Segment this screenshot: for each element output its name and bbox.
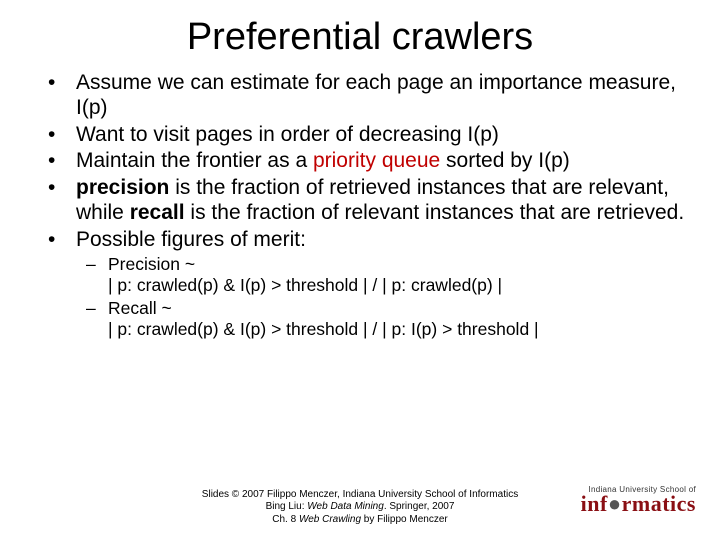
sub-1a: Precision ~ (108, 254, 195, 274)
bullet-4-recall: recall (130, 201, 185, 224)
slide-title: Preferential crawlers (30, 16, 690, 59)
bullet-5-text: Possible figures of merit: (76, 228, 306, 251)
bullet-2: Want to visit pages in order of decreasi… (76, 123, 690, 148)
bullet-3: Maintain the frontier as a priority queu… (76, 149, 690, 174)
bullet-1: Assume we can estimate for each page an … (76, 71, 690, 121)
bullet-4: precision is the fraction of retrieved i… (76, 176, 690, 226)
attrib-line2-ital: Web Data Mining (307, 501, 384, 512)
attrib-line3-pre: Ch. 8 (272, 514, 299, 525)
attrib-line3-post: by Filippo Menczer (361, 514, 448, 525)
attrib-line3-ital: Web Crawling (299, 514, 361, 525)
bullet-list: Assume we can estimate for each page an … (30, 71, 690, 340)
footer: Slides © 2007 Filippo Menczer, Indiana U… (0, 489, 720, 527)
iu-logo-post: rmatics (622, 491, 696, 516)
attrib-line2-pre: Bing Liu: (266, 501, 308, 512)
iu-logo: Indiana University School of inf●rmatics (581, 485, 696, 514)
bullet-3-post: sorted by I(p) (440, 149, 570, 172)
sub-2b: | p: crawled(p) & I(p) > threshold | / |… (108, 319, 539, 339)
iu-logo-brand: inf●rmatics (581, 494, 696, 514)
bullet-3-pre: Maintain the frontier as a (76, 149, 313, 172)
sub-1b: | p: crawled(p) & I(p) > threshold | / |… (108, 275, 502, 295)
iu-logo-dot-icon: ● (608, 491, 622, 516)
sub-2: Recall ~ | p: crawled(p) & I(p) > thresh… (108, 298, 690, 340)
sub-2a: Recall ~ (108, 298, 172, 318)
slide: Preferential crawlers Assume we can esti… (0, 0, 720, 540)
sub-1: Precision ~ | p: crawled(p) & I(p) > thr… (108, 254, 690, 296)
bullet-5: Possible figures of merit: Precision ~ |… (76, 228, 690, 341)
bullet-4-end: is the fraction of relevant instances th… (185, 201, 685, 224)
bullet-4-precision: precision (76, 176, 169, 199)
bullet-3-emph: priority queue (313, 149, 440, 172)
iu-logo-pre: inf (581, 491, 608, 516)
attrib-line2-post: . Springer, 2007 (384, 501, 455, 512)
sub-list: Precision ~ | p: crawled(p) & I(p) > thr… (76, 254, 690, 340)
